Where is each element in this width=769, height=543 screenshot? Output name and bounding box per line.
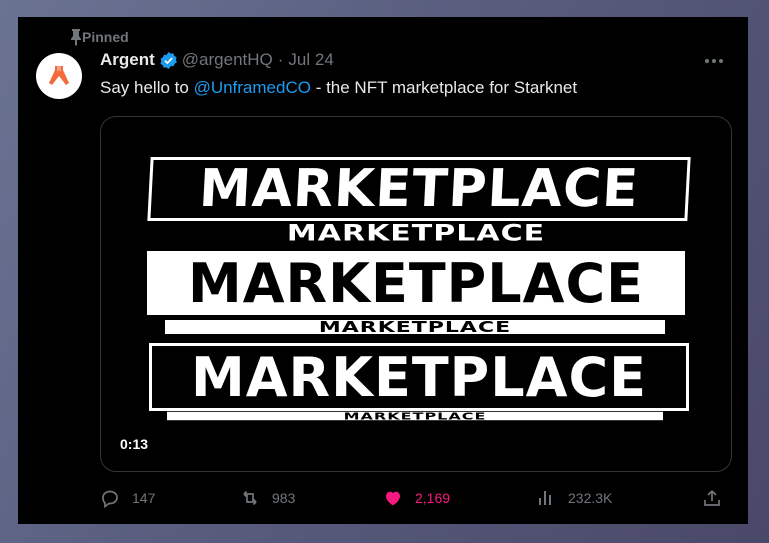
views-icon [539,491,551,505]
marketplace-band-1: MARKETPLACE [147,157,691,221]
repost-count: 983 [272,490,296,506]
views-count: 232.3K [568,490,613,506]
like-count: 2,169 [415,490,451,506]
reply-count: 147 [132,490,156,506]
pinned-label: Pinned [82,29,129,45]
marketplace-band-6: MARKETPLACE [167,411,663,421]
marketplace-band-4: MARKETPLACE [165,320,665,334]
pinned-indicator: Pinned [71,27,129,47]
verified-badge-icon [160,51,177,69]
more-icon [705,59,723,63]
marketplace-band-3: MARKETPLACE [147,251,685,315]
like-icon [386,491,400,506]
argent-logo-icon [49,66,69,85]
tweet-text-before: Say hello to [100,78,194,97]
reply-button[interactable]: 147 [100,488,155,508]
tweet-card[interactable]: Pinned Argent @argentHQ · Jul 24 Say hel… [18,17,748,524]
repost-icon [243,490,257,506]
tweet-text-after: - the NFT marketplace for Starknet [310,78,578,97]
mention-link[interactable]: @UnframedCO [194,78,311,97]
separator-dot: · [277,50,284,69]
tweet-header: Argent @argentHQ · Jul 24 [100,50,334,70]
avatar[interactable] [36,53,82,99]
pin-icon [71,29,81,46]
author-name[interactable]: Argent [100,50,155,70]
action-bar: 147 983 2,169 232.3K [100,488,730,510]
like-button[interactable]: 2,169 [383,488,450,508]
video-duration: 0:13 [120,436,149,452]
share-icon [704,490,720,506]
author-handle[interactable]: @argentHQ [182,50,273,70]
share-button[interactable] [702,488,722,508]
repost-button[interactable]: 983 [240,488,295,508]
tweet-date[interactable]: Jul 24 [288,50,333,70]
more-button[interactable] [702,53,726,69]
tweet-text: Say hello to @UnframedCO - the NFT marke… [100,78,577,98]
marketplace-band-5: MARKETPLACE [149,343,689,411]
marketplace-band-2: MARKETPLACE [161,222,671,244]
video-player[interactable]: MARKETPLACE MARKETPLACE MARKETPLACE MARK… [100,116,732,472]
views-button[interactable]: 232.3K [536,488,612,508]
reply-icon [102,490,118,508]
